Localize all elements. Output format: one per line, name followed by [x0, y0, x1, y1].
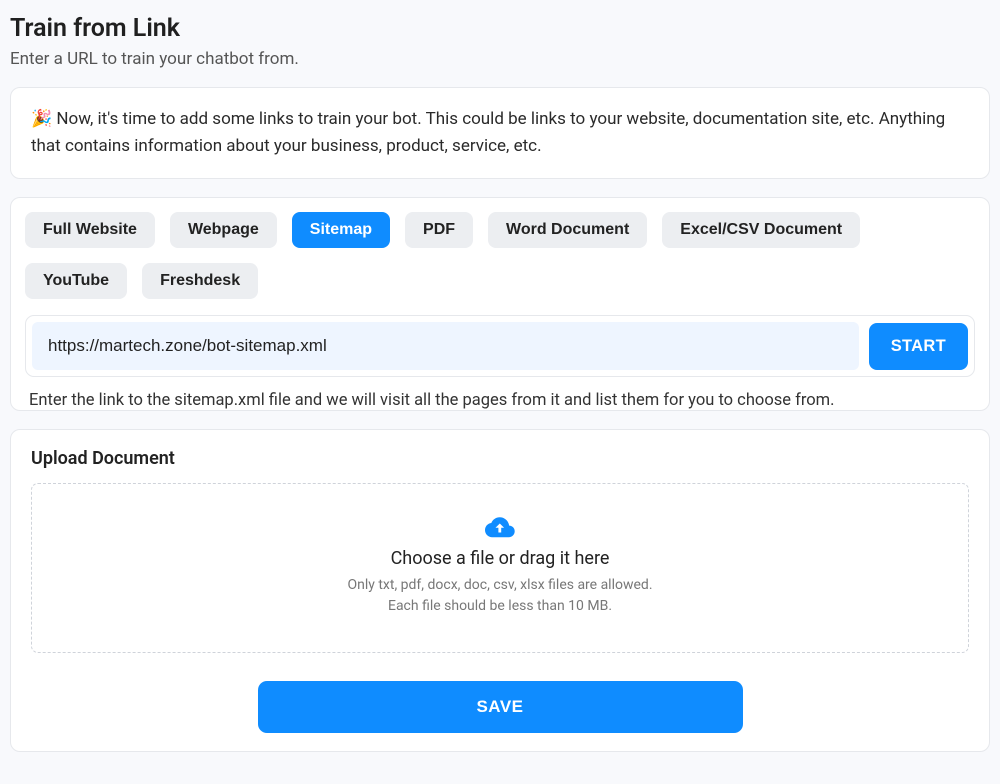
tab-webpage[interactable]: Webpage [170, 212, 277, 248]
cloud-upload-icon [52, 516, 948, 540]
dropzone-title: Choose a file or drag it here [52, 548, 948, 569]
dropzone-allowed-types: Only txt, pdf, docx, doc, csv, xlsx file… [52, 575, 948, 595]
save-button[interactable]: SAVE [258, 681, 743, 733]
upload-dropzone[interactable]: Choose a file or drag it here Only txt, … [31, 483, 969, 653]
sitemap-hint: Enter the link to the sitemap.xml file a… [25, 391, 975, 410]
source-tabs: Full Website Webpage Sitemap PDF Word Do… [25, 212, 975, 299]
link-source-card: Full Website Webpage Sitemap PDF Word Do… [10, 197, 990, 411]
upload-card: Upload Document Choose a file or drag it… [10, 429, 990, 752]
start-button[interactable]: START [869, 323, 968, 370]
tab-sitemap[interactable]: Sitemap [292, 212, 390, 248]
upload-heading: Upload Document [31, 448, 969, 469]
tab-word-document[interactable]: Word Document [488, 212, 647, 248]
tab-excel-csv-document[interactable]: Excel/CSV Document [662, 212, 860, 248]
info-card: 🎉 Now, it's time to add some links to tr… [10, 87, 990, 179]
party-emoji: 🎉 [31, 109, 52, 129]
dropzone-size-limit: Each file should be less than 10 MB. [52, 596, 948, 616]
info-text: Now, it's time to add some links to trai… [31, 109, 945, 156]
tab-pdf[interactable]: PDF [405, 212, 473, 248]
url-input[interactable] [32, 322, 859, 370]
page-subtitle: Enter a URL to train your chatbot from. [10, 49, 990, 69]
url-input-row: START [25, 315, 975, 377]
tab-full-website[interactable]: Full Website [25, 212, 155, 248]
page-title: Train from Link [10, 14, 990, 43]
tab-freshdesk[interactable]: Freshdesk [142, 263, 258, 299]
tab-youtube[interactable]: YouTube [25, 263, 127, 299]
